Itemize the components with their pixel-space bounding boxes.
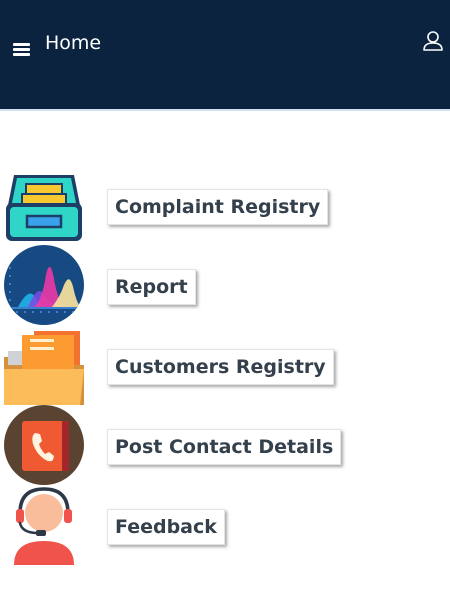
phone-book-icon [4, 405, 84, 485]
chart-icon [4, 245, 84, 325]
menu-item-post-contact-details: Post Contact Details [0, 405, 450, 485]
user-icon[interactable] [422, 30, 444, 52]
folder-icon [4, 331, 84, 405]
menu-item-feedback: Feedback [0, 485, 450, 565]
app-header: Home [0, 0, 450, 111]
page-title: Home [45, 32, 102, 54]
file-drawer-icon [6, 175, 82, 241]
feedback-button[interactable]: Feedback [107, 509, 225, 545]
hamburger-menu-icon[interactable] [13, 43, 30, 56]
complaint-registry-button[interactable]: Complaint Registry [107, 189, 329, 225]
menu-item-report: Report [0, 245, 450, 325]
customers-registry-button[interactable]: Customers Registry [107, 349, 334, 385]
report-button[interactable]: Report [107, 269, 196, 305]
menu-item-complaint-registry: Complaint Registry [0, 165, 450, 245]
post-contact-details-button[interactable]: Post Contact Details [107, 429, 342, 465]
support-agent-icon [14, 487, 74, 565]
menu-item-customers-registry: Customers Registry [0, 325, 450, 405]
